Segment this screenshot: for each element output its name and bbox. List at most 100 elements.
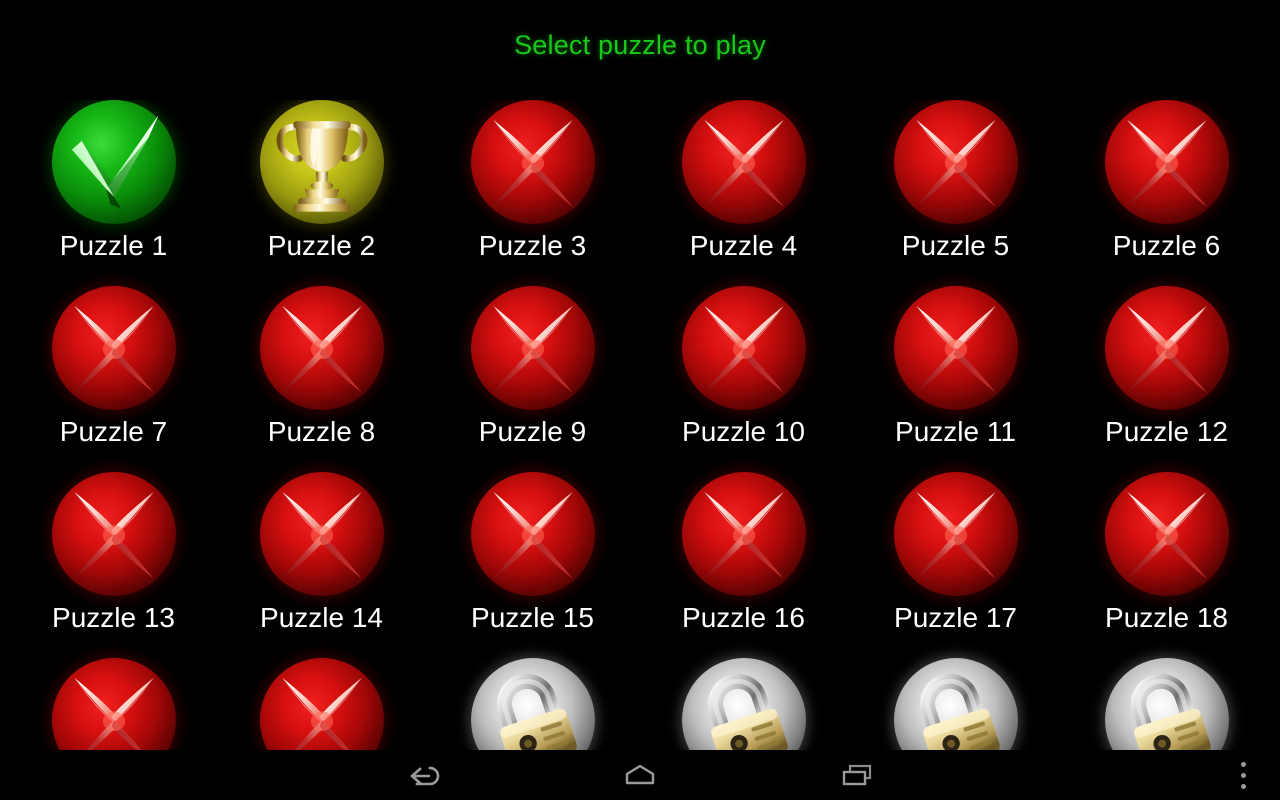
lock-icon: [682, 658, 806, 750]
puzzle-icon[interactable]: [1104, 472, 1229, 596]
cross-icon: [682, 472, 806, 596]
cross-icon: [52, 472, 176, 596]
puzzle-icon[interactable]: [681, 472, 806, 596]
puzzle-cell[interactable]: Puzzle 14: [216, 472, 427, 658]
cross-icon: [1105, 472, 1229, 596]
puzzle-cell[interactable]: [8, 658, 219, 750]
puzzle-label: Puzzle 17: [894, 602, 1017, 633]
puzzle-icon[interactable]: [470, 286, 595, 410]
app-screen: Select puzzle to play Puzzle 1 Puzzle 2 …: [0, 0, 1280, 800]
cross-icon: [1105, 100, 1229, 224]
recents-icon: [837, 759, 877, 791]
cross-icon: [471, 286, 595, 410]
puzzle-label: Puzzle 15: [471, 602, 594, 633]
puzzle-label: Puzzle 2: [267, 230, 376, 261]
cross-icon: [260, 658, 384, 750]
puzzle-icon[interactable]: [259, 658, 384, 750]
puzzle-cell[interactable]: Puzzle 13: [8, 472, 219, 658]
puzzle-cell[interactable]: [850, 658, 1061, 750]
puzzle-icon[interactable]: [681, 100, 806, 224]
puzzle-cell[interactable]: [216, 658, 427, 750]
puzzle-cell[interactable]: Puzzle 10: [638, 286, 849, 472]
puzzle-icon[interactable]: [893, 472, 1018, 596]
puzzle-label: Puzzle 9: [478, 416, 587, 447]
puzzle-icon[interactable]: [1104, 658, 1229, 750]
puzzle-label: Puzzle 14: [260, 602, 383, 633]
puzzle-icon[interactable]: [470, 100, 595, 224]
puzzle-cell[interactable]: Puzzle 2: [216, 100, 427, 286]
puzzle-label: Puzzle 1: [59, 230, 168, 261]
cross-icon: [894, 286, 1018, 410]
puzzle-label: Puzzle 16: [682, 602, 805, 633]
nav-home-button[interactable]: [595, 750, 685, 800]
puzzle-label: Puzzle 12: [1105, 416, 1228, 447]
puzzle-cell[interactable]: Puzzle 15: [427, 472, 638, 658]
puzzle-cell[interactable]: Puzzle 9: [427, 286, 638, 472]
puzzle-cell[interactable]: Puzzle 16: [638, 472, 849, 658]
puzzle-label: Puzzle 10: [682, 416, 805, 447]
lock-icon: [471, 658, 595, 750]
overflow-menu-icon: [1240, 759, 1246, 792]
puzzle-icon[interactable]: [1104, 100, 1229, 224]
puzzle-label: Puzzle 4: [689, 230, 798, 261]
cross-icon: [682, 100, 806, 224]
puzzle-icon[interactable]: [51, 100, 176, 224]
puzzle-icon[interactable]: [259, 472, 384, 596]
cross-icon: [682, 286, 806, 410]
cross-icon: [471, 472, 595, 596]
puzzle-cell[interactable]: Puzzle 11: [850, 286, 1061, 472]
page-title: Select puzzle to play: [514, 30, 766, 60]
puzzle-label: Puzzle 5: [901, 230, 1010, 261]
puzzle-cell[interactable]: Puzzle 1: [8, 100, 219, 286]
puzzle-label: Puzzle 11: [895, 416, 1016, 447]
nav-back-button[interactable]: [378, 750, 468, 800]
check-icon: [52, 100, 176, 224]
cross-icon: [471, 100, 595, 224]
puzzle-icon[interactable]: [259, 100, 384, 224]
cross-icon: [260, 472, 384, 596]
cross-icon: [1105, 286, 1229, 410]
puzzle-icon[interactable]: [51, 286, 176, 410]
puzzle-label: Puzzle 18: [1105, 602, 1228, 633]
puzzle-icon[interactable]: [893, 100, 1018, 224]
puzzle-label: Puzzle 8: [267, 416, 376, 447]
trophy-icon: [260, 100, 384, 224]
puzzle-label: Puzzle 3: [478, 230, 587, 261]
puzzle-icon[interactable]: [51, 472, 176, 596]
puzzle-icon[interactable]: [893, 658, 1018, 750]
lock-icon: [1105, 658, 1229, 750]
puzzle-icon[interactable]: [681, 658, 806, 750]
puzzle-cell[interactable]: Puzzle 12: [1061, 286, 1272, 472]
puzzle-icon[interactable]: [259, 286, 384, 410]
puzzle-cell[interactable]: [1061, 658, 1272, 750]
puzzle-icon[interactable]: [893, 286, 1018, 410]
nav-recents-button[interactable]: [812, 750, 902, 800]
cross-icon: [894, 100, 1018, 224]
puzzle-cell[interactable]: Puzzle 5: [850, 100, 1061, 286]
lock-icon: [894, 658, 1018, 750]
puzzle-cell[interactable]: [638, 658, 849, 750]
puzzle-icon[interactable]: [1104, 286, 1229, 410]
puzzle-grid: Puzzle 1 Puzzle 2 Puzzle 3 Puzzle 4 Puzz…: [0, 100, 1280, 750]
puzzle-cell[interactable]: Puzzle 4: [638, 100, 849, 286]
puzzle-icon[interactable]: [470, 472, 595, 596]
puzzle-label: Puzzle 7: [59, 416, 168, 447]
cross-icon: [52, 658, 176, 750]
nav-overflow-button[interactable]: [1218, 750, 1268, 800]
cross-icon: [894, 472, 1018, 596]
puzzle-cell[interactable]: [427, 658, 638, 750]
puzzle-cell[interactable]: Puzzle 6: [1061, 100, 1272, 286]
cross-icon: [260, 286, 384, 410]
android-navigation-bar: [0, 750, 1280, 800]
puzzle-cell[interactable]: Puzzle 3: [427, 100, 638, 286]
puzzle-cell[interactable]: Puzzle 7: [8, 286, 219, 472]
puzzle-icon[interactable]: [681, 286, 806, 410]
puzzle-cell[interactable]: Puzzle 8: [216, 286, 427, 472]
puzzle-cell[interactable]: Puzzle 18: [1061, 472, 1272, 658]
back-icon: [403, 759, 443, 791]
puzzle-label: Puzzle 13: [52, 602, 175, 633]
puzzle-cell[interactable]: Puzzle 17: [850, 472, 1061, 658]
puzzle-icon[interactable]: [51, 658, 176, 750]
puzzle-icon[interactable]: [470, 658, 595, 750]
cross-icon: [52, 286, 176, 410]
